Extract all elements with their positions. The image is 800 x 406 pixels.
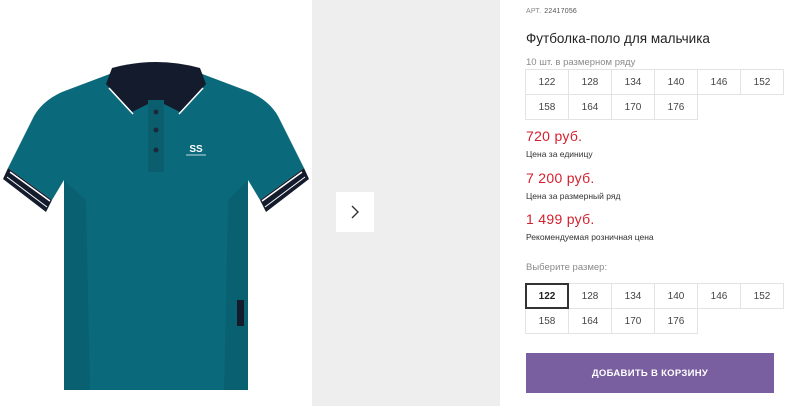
size-option[interactable]: 176: [654, 308, 698, 334]
product-info: АРТ. 22417056 Футболка-поло для мальчика …: [525, 0, 800, 406]
pack-size: 152: [740, 69, 784, 95]
add-to-cart-button[interactable]: ДОБАВИТЬ В КОРЗИНУ: [526, 353, 774, 393]
next-image-button[interactable]: [336, 192, 374, 232]
pack-size: 146: [697, 69, 741, 95]
pack-size: 134: [611, 69, 655, 95]
chevron-right-icon: [351, 205, 359, 219]
polo-shirt-illustration: SS: [3, 62, 309, 390]
size-option[interactable]: 128: [568, 283, 612, 309]
choose-size-label: Выберите размер:: [526, 262, 608, 273]
retail-price: 1 499 руб.: [526, 211, 595, 227]
pack-size: 164: [568, 94, 612, 120]
unit-price-note: Цена за единицу: [526, 149, 593, 159]
sku-label: АРТ.: [526, 8, 542, 15]
gallery-next-image: [312, 0, 500, 406]
pack-note: 10 шт. в размерном ряду: [526, 57, 636, 68]
size-option[interactable]: 134: [611, 283, 655, 309]
product-image[interactable]: SS: [0, 0, 312, 406]
size-option-selected[interactable]: 122: [525, 283, 569, 309]
pack-size: 176: [654, 94, 698, 120]
size-option[interactable]: 152: [740, 283, 784, 309]
pack-price-note: Цена за размерный ряд: [526, 191, 621, 201]
pack-size: 170: [611, 94, 655, 120]
retail-price-note: Рекомендуемая розничная цена: [526, 232, 654, 242]
size-option[interactable]: 140: [654, 283, 698, 309]
size-option[interactable]: 158: [525, 308, 569, 334]
product-title: Футболка-поло для мальчика: [526, 31, 710, 46]
pack-size: 158: [525, 94, 569, 120]
sku: АРТ. 22417056: [526, 8, 577, 15]
size-option[interactable]: 170: [611, 308, 655, 334]
pack-size: 128: [568, 69, 612, 95]
pack-size: 122: [525, 69, 569, 95]
pack-size: 140: [654, 69, 698, 95]
unit-price: 720 руб.: [526, 128, 583, 144]
size-selector: 122 128 134 140 146 152 158 164 170 176: [525, 283, 784, 334]
size-option[interactable]: 164: [568, 308, 612, 334]
pack-price: 7 200 руб.: [526, 170, 595, 186]
size-option[interactable]: 146: [697, 283, 741, 309]
pack-size-grid: 122 128 134 140 146 152 158 164 170 176: [525, 69, 784, 120]
logo-text: SS: [189, 144, 203, 155]
sku-value: 22417056: [544, 8, 578, 15]
